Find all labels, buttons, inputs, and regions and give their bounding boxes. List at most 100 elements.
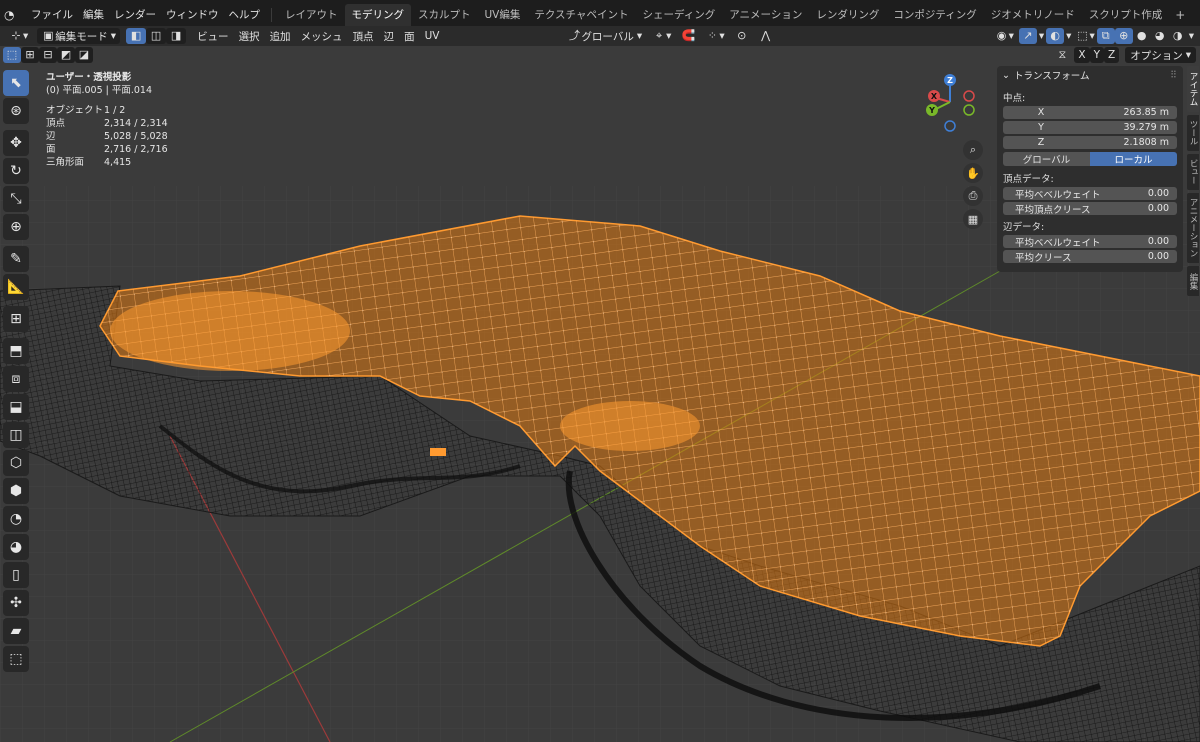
tool-rip[interactable]: ⬚ — [3, 646, 29, 672]
select-box-mode-new[interactable]: ⬚ — [3, 47, 21, 63]
mean-bevel-weight-edge-field[interactable]: 平均ベベルウェイト 0.00 — [1003, 235, 1177, 249]
tab-animation[interactable]: アニメーション — [722, 4, 809, 26]
tool-shear[interactable]: ▰ — [3, 618, 29, 644]
blender-logo-icon[interactable]: ◔ — [4, 8, 20, 22]
tab-edit[interactable]: 編集 — [1187, 266, 1199, 296]
tool-inset[interactable]: ⧈ — [3, 366, 29, 392]
tab-view[interactable]: ビュー — [1187, 154, 1199, 190]
proportional-edit-button[interactable]: ⊙ — [730, 28, 754, 44]
mesh-edit-overlay-button[interactable]: ⬚ ▾ — [1073, 28, 1096, 44]
mode-select[interactable]: ▣ 編集モード ▾ — [37, 28, 121, 44]
tool-add-cube[interactable]: ⊞ — [3, 306, 29, 332]
shading-material-button[interactable]: ◕ — [1151, 28, 1169, 44]
mirror-x-button[interactable]: X — [1074, 47, 1090, 63]
tool-move[interactable]: ✥ — [3, 130, 29, 156]
menu-face[interactable]: 面 — [399, 28, 420, 44]
menu-edit[interactable]: 編集 — [78, 4, 109, 26]
tool-shrink-fatten[interactable]: ✣ — [3, 590, 29, 616]
tool-extrude[interactable]: ⬒ — [3, 338, 29, 364]
tool-rotate[interactable]: ↻ — [3, 158, 29, 184]
local-space-button[interactable]: ローカル — [1090, 152, 1177, 166]
tab-compositing[interactable]: コンポジティング — [886, 4, 983, 26]
gizmo-neg-z[interactable] — [944, 120, 956, 132]
tool-annotate[interactable]: ✎ — [3, 246, 29, 272]
mean-crease-field[interactable]: 平均クリース 0.00 — [1003, 250, 1177, 264]
tool-loop-cut[interactable]: ◫ — [3, 422, 29, 448]
menu-add[interactable]: 追加 — [265, 28, 296, 44]
edge-select-button[interactable]: ◫ — [146, 28, 167, 44]
median-y-field[interactable]: Y 39.279 m — [1003, 121, 1177, 134]
tool-spin[interactable]: ◔ — [3, 506, 29, 532]
select-box-mode-intersect[interactable]: ◪ — [75, 47, 93, 63]
tool-scale[interactable]: ⤡ — [3, 186, 29, 212]
camera-view-button[interactable]: ⎙ — [963, 186, 983, 206]
tab-modeling[interactable]: モデリング — [344, 4, 411, 26]
tab-shading[interactable]: シェーディング — [635, 4, 722, 26]
menu-uv[interactable]: UV — [420, 28, 445, 44]
mirror-y-button[interactable]: Y — [1089, 47, 1105, 63]
tab-layout[interactable]: レイアウト — [278, 4, 345, 26]
gizmo-toggle-button[interactable]: ↗ — [1018, 28, 1037, 44]
snap-target-button[interactable]: ⁘ ▾ — [700, 28, 729, 44]
overlay-menu-button[interactable]: ▾ — [1064, 28, 1073, 44]
tab-sculpt[interactable]: スカルプト — [411, 4, 478, 26]
menu-render[interactable]: レンダー — [109, 4, 161, 26]
shading-rendered-button[interactable]: ◑ — [1169, 28, 1187, 44]
mirror-toggle-icon-button[interactable]: ⧖ — [1050, 47, 1074, 63]
gizmo-neg-y[interactable] — [963, 104, 975, 116]
shading-wireframe-button[interactable]: ⊕ — [1114, 28, 1133, 44]
menu-help[interactable]: ヘルプ — [224, 4, 266, 26]
overlay-toggle-button[interactable]: ◐ — [1046, 28, 1065, 44]
menu-file[interactable]: ファイル — [26, 4, 78, 26]
tab-geometry-nodes[interactable]: ジオメトリノード — [984, 4, 1082, 26]
tool-knife[interactable]: ⬡ — [3, 450, 29, 476]
transform-orientation-select[interactable]: ⤴ グローバル ▾ — [562, 28, 647, 44]
shading-solid-button[interactable]: ● — [1133, 28, 1151, 44]
gizmo-menu-button[interactable]: ▾ — [1037, 28, 1046, 44]
menu-window[interactable]: ウィンドウ — [161, 4, 224, 26]
tab-tool[interactable]: ツール — [1187, 115, 1199, 151]
gizmo-neg-x[interactable] — [963, 90, 975, 102]
zoom-button[interactable]: ⌕ — [963, 140, 983, 160]
tab-item[interactable]: アイテム — [1187, 66, 1199, 112]
tool-cursor[interactable]: ⊛ — [3, 98, 29, 124]
add-workspace-button[interactable]: + — [1169, 8, 1191, 22]
view-object-types-button[interactable]: ◉ ▾ — [990, 28, 1019, 44]
editor-type-button[interactable]: ⊹ ▾ — [4, 28, 33, 44]
median-z-field[interactable]: Z 2.1808 m — [1003, 136, 1177, 149]
select-box-mode-subtract[interactable]: ⊟ — [39, 47, 57, 63]
navigation-gizmo[interactable]: Z X Y — [920, 72, 980, 134]
tool-transform[interactable]: ⊕ — [3, 214, 29, 240]
falloff-button[interactable]: ⋀ — [754, 28, 778, 44]
drag-handle-icon[interactable]: ⠿ — [1170, 70, 1177, 81]
menu-select[interactable]: 選択 — [234, 28, 265, 44]
vertex-select-button[interactable]: ◧ — [126, 28, 147, 44]
tab-rendering[interactable]: レンダリング — [809, 4, 886, 26]
tab-scripting[interactable]: スクリプト作成 — [1082, 4, 1170, 26]
median-x-field[interactable]: X 263.85 m — [1003, 106, 1177, 119]
tool-smooth[interactable]: ◕ — [3, 534, 29, 560]
tab-animation[interactable]: アニメーション — [1187, 193, 1199, 263]
tool-bevel[interactable]: ⬓ — [3, 394, 29, 420]
menu-mesh[interactable]: メッシュ — [296, 28, 348, 44]
tool-poly-build[interactable]: ⬢ — [3, 478, 29, 504]
tool-select-box[interactable]: ⬉ — [3, 70, 29, 96]
transform-panel-header[interactable]: ⌄ トランスフォーム ⠿ — [997, 66, 1183, 84]
menu-view[interactable]: ビュー — [192, 28, 234, 44]
select-box-mode-invert[interactable]: ◩ — [57, 47, 75, 63]
global-space-button[interactable]: グローバル — [1003, 152, 1090, 166]
pan-button[interactable]: ✋ — [963, 163, 983, 183]
shading-menu-button[interactable]: ▾ — [1187, 28, 1196, 44]
perspective-toggle-button[interactable]: ▦ — [963, 209, 983, 229]
face-select-button[interactable]: ◨ — [166, 28, 187, 44]
xray-toggle-button[interactable]: ⧉ — [1096, 28, 1115, 44]
options-button[interactable]: オプション ▾ — [1125, 47, 1196, 63]
mirror-z-button[interactable]: Z — [1104, 47, 1120, 63]
select-box-mode-extend[interactable]: ⊞ — [21, 47, 39, 63]
pivot-point-button[interactable]: ⌖ ▾ — [647, 28, 676, 44]
tab-uv-editing[interactable]: UV編集 — [478, 4, 528, 26]
tab-texture-paint[interactable]: テクスチャペイント — [527, 4, 635, 26]
mean-bevel-weight-vertex-field[interactable]: 平均ベベルウェイト 0.00 — [1003, 187, 1177, 201]
snap-toggle-button[interactable]: 🧲 — [676, 28, 700, 44]
menu-edge[interactable]: 辺 — [379, 28, 400, 44]
